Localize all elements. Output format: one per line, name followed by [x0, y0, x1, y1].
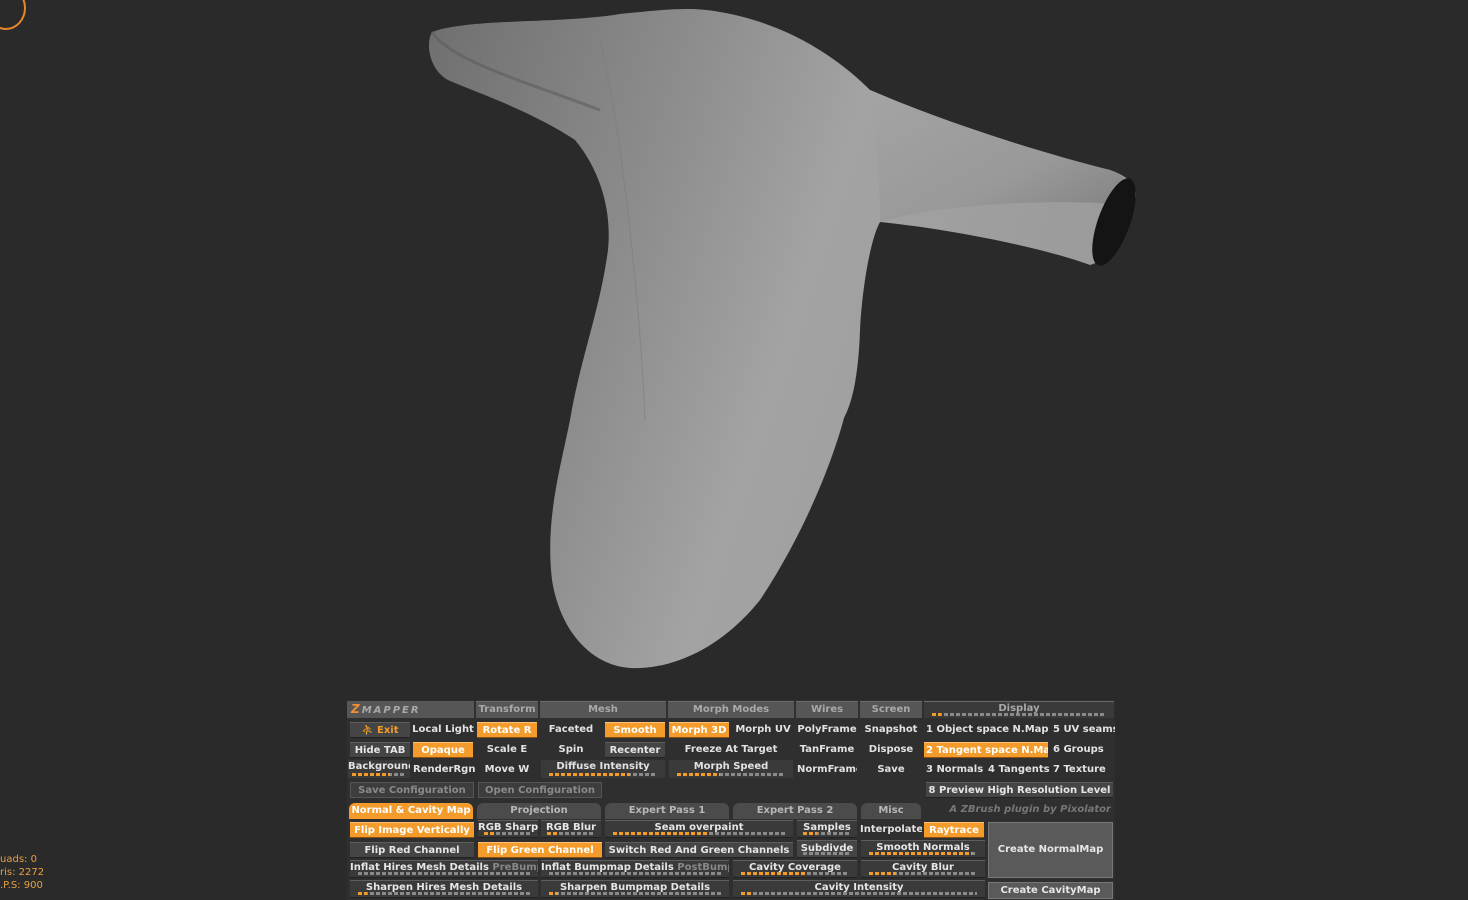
flip-red-channel-button[interactable]: Flip Red Channel	[350, 842, 474, 858]
create-normalmap-button[interactable]: Create NormalMap	[988, 822, 1113, 878]
fps-count: .P.S: 900	[0, 880, 43, 891]
flip-green-channel-button[interactable]: Flip Green Channel	[478, 842, 602, 858]
morph-speed-slider[interactable]: Morph Speed	[669, 760, 793, 778]
tab-projection[interactable]: Projection	[477, 803, 601, 819]
snapshot-button[interactable]: Snapshot	[861, 722, 921, 738]
rgb-blur-slider[interactable]: RGB Blur	[541, 820, 601, 838]
recenter-button[interactable]: Recenter	[605, 742, 665, 758]
cavity-intensity-slider[interactable]: Cavity Intensity	[733, 880, 985, 898]
rotate-button[interactable]: Rotate R	[477, 722, 537, 738]
sleeve-highlight	[870, 90, 1134, 222]
smooth-button[interactable]: Smooth	[605, 722, 665, 738]
inflat-bumpmap-slider[interactable]: Inflat Bumpmap Details PostBump	[541, 860, 729, 878]
tab-expert-pass-2[interactable]: Expert Pass 2	[733, 803, 857, 819]
tangents-button[interactable]: 4 Tangents	[986, 762, 1050, 778]
faceted-button[interactable]: Faceted	[541, 722, 601, 738]
samples-slider[interactable]: Samples	[797, 820, 857, 838]
spin-button[interactable]: Spin	[541, 742, 601, 758]
open-configuration-button[interactable]: Open Configuration	[478, 782, 602, 798]
polyframe-button[interactable]: PolyFrame	[797, 722, 857, 738]
3d-viewport[interactable]	[0, 0, 1468, 700]
move-button[interactable]: Move W	[477, 762, 537, 778]
opaque-button[interactable]: Opaque	[413, 742, 473, 758]
texture-button[interactable]: 7 Texture	[1051, 762, 1115, 778]
uv-seams-button[interactable]: 5 UV seams	[1051, 722, 1115, 738]
tab-misc[interactable]: Misc	[861, 803, 921, 819]
tris-count: ris: 2272	[0, 867, 45, 878]
diffuse-intensity-slider[interactable]: Diffuse Intensity	[541, 760, 665, 778]
save-configuration-button[interactable]: Save Configuration	[350, 782, 474, 798]
cavity-blur-slider[interactable]: Cavity Blur	[861, 860, 985, 878]
groups-button[interactable]: 6 Groups	[1051, 742, 1115, 758]
seam-overpaint-slider[interactable]: Seam overpaint	[605, 820, 793, 838]
background-slider[interactable]: Background	[348, 760, 410, 778]
normals-button[interactable]: 3 Normals	[924, 762, 984, 778]
freeze-at-target-button[interactable]: Freeze At Target	[669, 742, 793, 758]
renderrgn-button[interactable]: RenderRgn	[413, 762, 475, 778]
sharpen-hires-mesh-slider[interactable]: Sharpen Hires Mesh Details	[350, 880, 538, 898]
scale-button[interactable]: Scale E	[477, 742, 537, 758]
tangent-space-nmap-button[interactable]: 2 Tangent space N.Map	[924, 742, 1048, 758]
header-morph-modes: Morph Modes	[668, 701, 794, 718]
morph-3d-button[interactable]: Morph 3D	[669, 722, 729, 738]
tab-expert-pass-1[interactable]: Expert Pass 1	[605, 803, 729, 819]
switch-red-green-button[interactable]: Switch Red And Green Channels	[605, 842, 793, 858]
exit-figure-icon: ⛹	[361, 725, 374, 736]
cloth-mesh-model[interactable]	[0, 0, 1468, 700]
create-cavitymap-button[interactable]: Create CavityMap	[988, 882, 1113, 899]
hide-tab-button[interactable]: Hide TAB	[350, 742, 410, 758]
save-button[interactable]: Save	[861, 762, 921, 778]
interpolate-button[interactable]: Interpolate	[860, 822, 922, 838]
rgb-sharp-slider[interactable]: RGB Sharp	[478, 820, 538, 838]
quads-count: uads: 0	[0, 854, 37, 865]
flip-image-vertically-button[interactable]: Flip Image Vertically	[350, 822, 474, 838]
cavity-coverage-slider[interactable]: Cavity Coverage	[733, 860, 857, 878]
morph-uv-button[interactable]: Morph UV	[733, 722, 793, 738]
smooth-normals-slider[interactable]: Smooth Normals	[861, 840, 985, 858]
display-slider[interactable]: Display	[924, 701, 1114, 718]
plugin-credit: A ZBrush plugin by Pixolator	[949, 804, 1111, 815]
stats-readout: uads: 0 ris: 2272 .P.S: 900	[0, 853, 44, 892]
header-wires: Wires	[796, 701, 858, 718]
zmapper-logo: ZMAPPER	[347, 701, 474, 718]
object-space-nmap-button[interactable]: 1 Object space N.Map	[924, 722, 1048, 738]
raytrace-button[interactable]: Raytrace	[924, 822, 984, 838]
exit-button[interactable]: ⛹ Exit	[350, 722, 410, 738]
local-light-button[interactable]: Local Light	[412, 722, 474, 738]
tanframe-button[interactable]: TanFrame	[797, 742, 857, 758]
header-screen: Screen	[860, 701, 922, 718]
normframe-button[interactable]: NormFrame	[797, 762, 857, 778]
header-transform: Transform	[476, 701, 538, 718]
header-mesh: Mesh	[540, 701, 666, 718]
dispose-button[interactable]: Dispose	[861, 742, 921, 758]
zmapper-panel: ZMAPPER Transform Mesh Morph Modes Wires…	[347, 700, 1115, 900]
inflat-hires-mesh-slider[interactable]: Inflat Hires Mesh Details PreBump	[350, 860, 538, 878]
subdivide-button[interactable]: Subdivde	[797, 840, 857, 858]
sharpen-bumpmap-slider[interactable]: Sharpen Bumpmap Details	[541, 880, 729, 898]
preview-hires-level-button[interactable]: 8 Preview High Resolution Level	[926, 782, 1113, 798]
tab-normal-cavity-map[interactable]: Normal & Cavity Map	[349, 803, 473, 819]
cloth-body	[428, 8, 1136, 669]
